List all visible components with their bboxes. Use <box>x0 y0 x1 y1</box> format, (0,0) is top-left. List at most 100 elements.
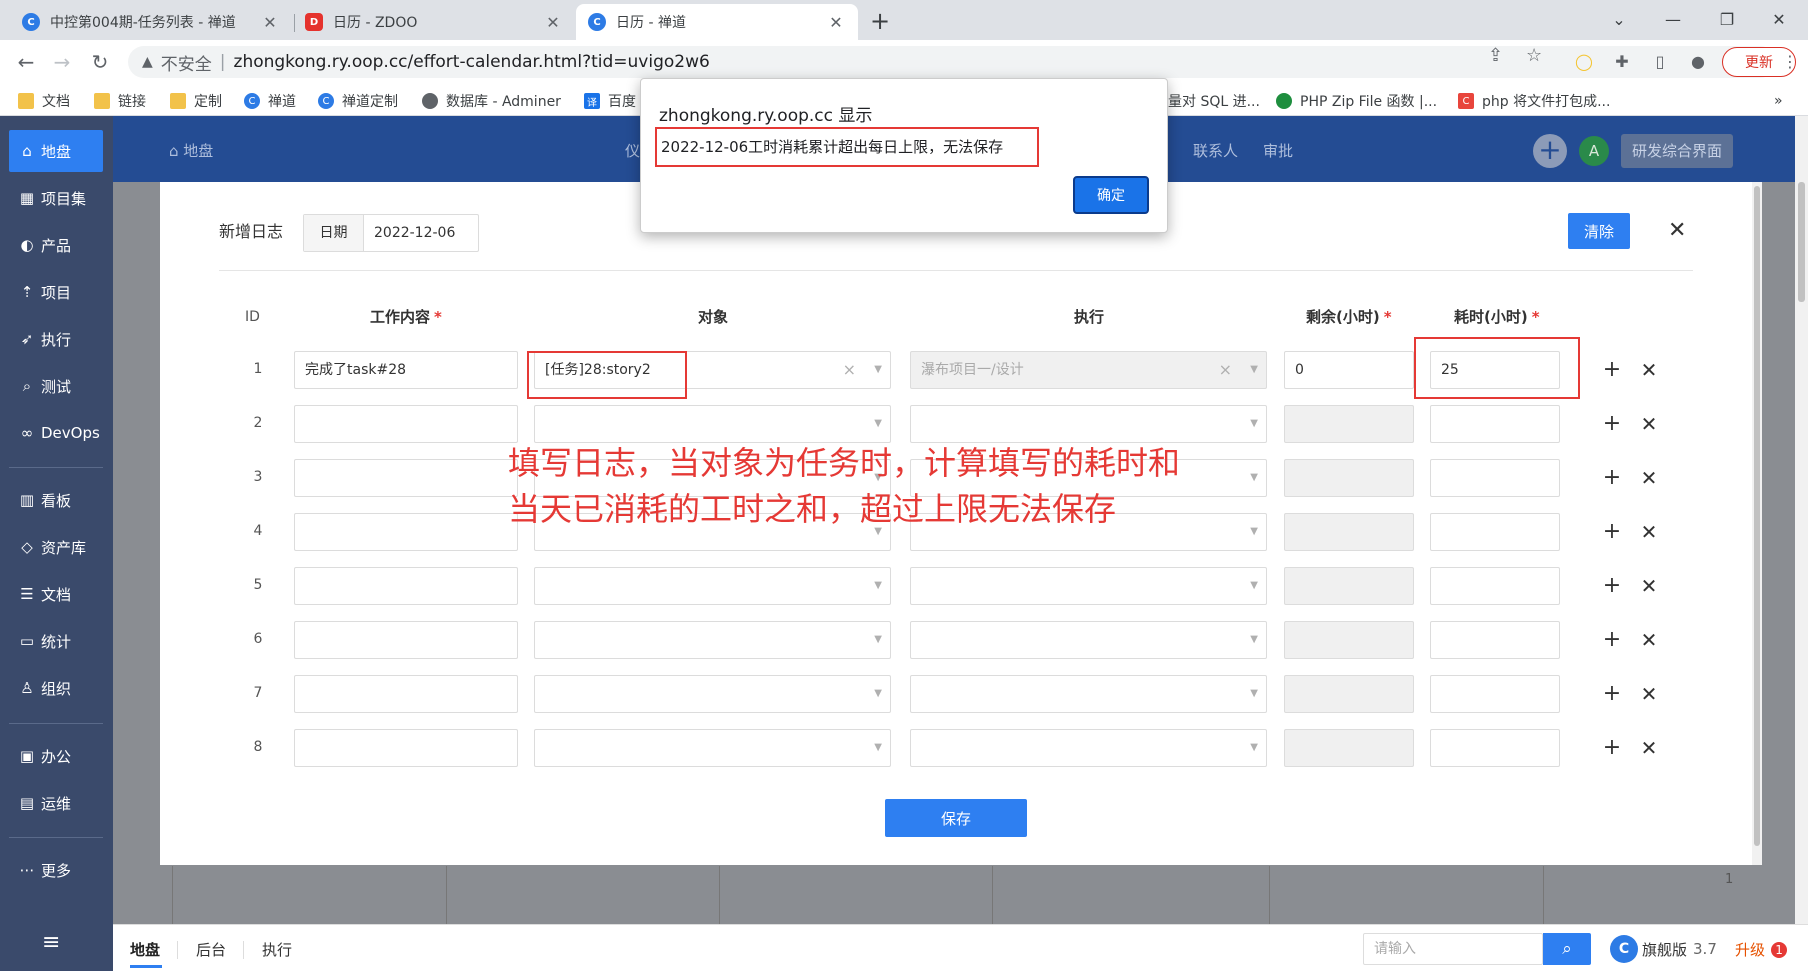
dropdown-caret-icon[interactable]: ▼ <box>874 406 882 442</box>
remove-row-icon[interactable]: ✕ <box>1638 683 1660 705</box>
sidebar-item-execution[interactable]: ➶ 执行 <box>9 318 103 360</box>
upgrade-link[interactable]: 升级 1 <box>1735 939 1788 960</box>
content-input[interactable] <box>294 729 518 767</box>
restore-window-icon[interactable]: ❐ <box>1704 6 1750 34</box>
add-row-icon[interactable]: + <box>1601 737 1623 759</box>
bookmark-php-pack[interactable]: Cphp 将文件打包成... <box>1458 91 1610 111</box>
dropdown-caret-icon[interactable]: ▼ <box>1250 676 1258 712</box>
share-icon[interactable]: ⇪ <box>1488 45 1503 66</box>
content-input[interactable] <box>294 513 518 551</box>
execution-select[interactable]: ▼ <box>910 729 1267 767</box>
sidebar-item-project[interactable]: ⇡ 项目 <box>9 271 103 313</box>
browser-tab-tasks[interactable]: C 中控第004期-任务列表 - 禅道 ✕ <box>10 4 292 40</box>
close-icon[interactable]: ✕ <box>260 13 280 32</box>
sidebar-item-devops[interactable]: ∞ DevOps <box>9 412 103 454</box>
sidebar-item-doc[interactable]: ☰ 文档 <box>9 573 103 615</box>
consumed-hours-input[interactable] <box>1430 567 1560 605</box>
consumed-hours-input[interactable] <box>1430 675 1560 713</box>
sidebar-item-report[interactable]: ▭ 统计 <box>9 620 103 662</box>
switch-view-button[interactable]: 研发综合界面 <box>1621 134 1733 168</box>
consumed-hours-input[interactable] <box>1430 459 1560 497</box>
dropdown-caret-icon[interactable]: ▼ <box>874 622 882 658</box>
consumed-hours-input[interactable] <box>1430 513 1560 551</box>
dropdown-caret-icon[interactable]: ▼ <box>874 568 882 604</box>
menu-toggle-icon[interactable]: ≡ <box>42 930 60 955</box>
execution-select[interactable]: 瀑布项目一/设计 × ▼ <box>910 351 1267 389</box>
remove-row-icon[interactable]: ✕ <box>1638 413 1660 435</box>
dropdown-caret-icon[interactable]: ▼ <box>874 676 882 712</box>
remove-row-icon[interactable]: ✕ <box>1638 467 1660 489</box>
object-select[interactable]: ▼ <box>534 621 891 659</box>
sidebar-item-more[interactable]: ⋯ 更多 <box>9 849 103 891</box>
add-row-icon[interactable]: + <box>1601 575 1623 597</box>
sidebar-item-program[interactable]: ▦ 项目集 <box>9 177 103 219</box>
content-input[interactable] <box>294 405 518 443</box>
bookmarks-more-icon[interactable]: » <box>1774 91 1783 111</box>
add-row-icon[interactable]: + <box>1601 683 1623 705</box>
left-hours-input[interactable]: 0 <box>1284 351 1414 389</box>
bottom-tab-admin[interactable]: 后台 <box>196 939 226 960</box>
date-field[interactable]: 日期 2022-12-06 <box>303 214 479 252</box>
content-input[interactable] <box>294 459 518 497</box>
close-window-icon[interactable]: ✕ <box>1756 6 1802 34</box>
add-row-icon[interactable]: + <box>1601 359 1623 381</box>
scrollbar-thumb[interactable] <box>1754 186 1760 846</box>
extension-circle-icon[interactable]: ◯ <box>1574 52 1594 72</box>
breadcrumb[interactable]: ⌂ 地盘 <box>169 140 213 161</box>
sidebar-item-kanban[interactable]: ▥ 看板 <box>9 479 103 521</box>
execution-select[interactable]: ▼ <box>910 567 1267 605</box>
browser-tab-calendar[interactable]: C 日历 - 禅道 ✕ <box>576 4 858 40</box>
left-hours-input[interactable] <box>1284 459 1414 497</box>
close-icon[interactable]: ✕ <box>543 13 563 32</box>
add-row-icon[interactable]: + <box>1601 413 1623 435</box>
bookmark-adminer[interactable]: 数据库 - Adminer <box>422 91 561 111</box>
execution-select[interactable]: ▼ <box>910 405 1267 443</box>
bookmark-chandao[interactable]: C 禅道 <box>244 91 296 111</box>
close-icon[interactable]: ✕ <box>826 13 846 32</box>
content-input[interactable] <box>294 675 518 713</box>
bottom-tab-execution[interactable]: 执行 <box>262 939 292 960</box>
remove-row-icon[interactable]: ✕ <box>1638 629 1660 651</box>
object-select[interactable]: ▼ <box>534 729 891 767</box>
confirm-button[interactable]: 确定 <box>1073 176 1149 214</box>
bookmark-folder-custom[interactable]: 定制 <box>170 91 222 111</box>
content-input[interactable] <box>294 567 518 605</box>
sidebar-item-qa[interactable]: ⌕ 测试 <box>9 365 103 407</box>
left-hours-input[interactable] <box>1284 675 1414 713</box>
nav-menu-contacts[interactable]: 联系人 <box>1193 140 1238 161</box>
left-hours-input[interactable] <box>1284 513 1414 551</box>
back-icon[interactable]: ← <box>14 50 38 74</box>
add-row-icon[interactable]: + <box>1601 467 1623 489</box>
left-hours-input[interactable] <box>1284 405 1414 443</box>
left-hours-input[interactable] <box>1284 729 1414 767</box>
create-plus-icon[interactable]: + <box>1533 134 1567 168</box>
add-row-icon[interactable]: + <box>1601 521 1623 543</box>
bookmark-sql[interactable]: 量对 SQL 进... <box>1168 91 1260 111</box>
add-row-icon[interactable]: + <box>1601 629 1623 651</box>
modal-scrollbar[interactable] <box>1752 182 1762 865</box>
left-hours-input[interactable] <box>1284 621 1414 659</box>
dropdown-caret-icon[interactable]: ▼ <box>1250 730 1258 766</box>
bookmark-chandao-custom[interactable]: C 禅道定制 <box>318 91 398 111</box>
consumed-hours-input[interactable] <box>1430 621 1560 659</box>
search-icon[interactable]: ⌕ <box>1543 933 1591 965</box>
sidebar-item-org[interactable]: ♙ 组织 <box>9 667 103 709</box>
sidebar-item-assetlib[interactable]: ◇ 资产库 <box>9 526 103 568</box>
date-value[interactable]: 2022-12-06 <box>364 215 478 251</box>
bookmark-php-zip[interactable]: PHP Zip File 函数 |... <box>1276 91 1437 111</box>
dropdown-caret-icon[interactable]: ▼ <box>1250 622 1258 658</box>
object-select[interactable]: ▼ <box>534 675 891 713</box>
clear-selection-icon[interactable]: × <box>843 352 856 388</box>
browser-tab-zdoo[interactable]: D 日历 - ZDOO ✕ <box>293 4 575 40</box>
dropdown-caret-icon[interactable]: ▼ <box>1250 460 1258 496</box>
content-input[interactable] <box>294 621 518 659</box>
close-icon[interactable]: ✕ <box>1668 218 1686 243</box>
object-select[interactable]: ▼ <box>534 567 891 605</box>
sidebar-item-home[interactable]: ⌂ 地盘 <box>9 130 103 172</box>
tab-search-icon[interactable]: ⌄ <box>1596 6 1642 34</box>
bottom-tab-home[interactable]: 地盘 <box>130 939 160 960</box>
content-input[interactable]: 完成了task#28 <box>294 351 518 389</box>
new-tab-button[interactable]: + <box>866 8 894 36</box>
forward-icon[interactable]: → <box>50 50 74 74</box>
bookmark-star-icon[interactable]: ☆ <box>1526 45 1542 66</box>
